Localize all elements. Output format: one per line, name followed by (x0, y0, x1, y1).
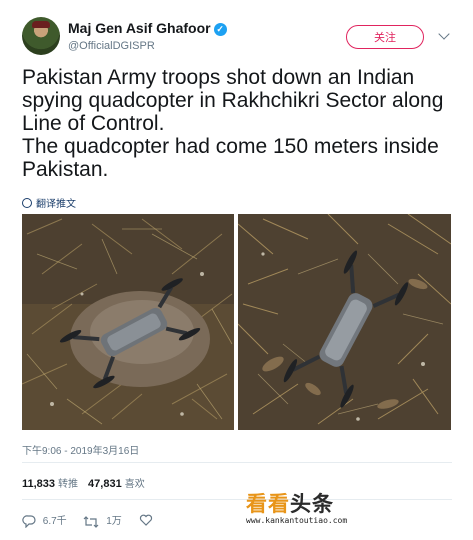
watermark-logo-part-a: 看看 (246, 493, 290, 516)
globe-icon (22, 198, 32, 208)
verified-badge-icon: ✓ (213, 23, 227, 36)
drone-photo-left (22, 214, 234, 430)
watermark-logo-part-b: 头条 (290, 493, 334, 516)
divider (22, 499, 452, 500)
author-name[interactable]: Maj Gen Asif Ghafoor (68, 20, 211, 36)
watermark: 看看头条 www.kankantoutiao.com (246, 488, 347, 525)
tweet-card: Maj Gen Asif Ghafoor ✓ @OfficialDGISPR 关注… (0, 0, 473, 540)
follow-button[interactable]: 关注 (346, 25, 424, 49)
tweet-photo-left[interactable] (22, 214, 234, 430)
engagement-stats: 11,833 转推 47,831 喜欢 (22, 475, 145, 490)
reply-icon (22, 515, 36, 529)
reply-count: 6.7千 (42, 516, 67, 527)
retweet-button[interactable]: 1万 (83, 512, 122, 528)
divider (22, 462, 452, 463)
likes-count[interactable]: 47,831 (88, 478, 122, 490)
likes-label[interactable]: 喜欢 (125, 479, 145, 490)
tweet-timestamp[interactable]: 下午9:06 - 2019年3月16日 (22, 442, 139, 457)
author-handle[interactable]: @OfficialDGISPR (68, 40, 155, 52)
retweet-count: 1万 (106, 516, 122, 528)
chevron-down-icon[interactable] (438, 28, 450, 40)
tweet-text-line: Pakistan Army troops shot down an Indian… (22, 66, 444, 135)
heart-icon (139, 514, 152, 526)
like-button[interactable] (139, 514, 153, 526)
translate-link[interactable]: 翻译推文 (22, 195, 76, 210)
watermark-logo: 看看头条 (246, 488, 347, 518)
tweet-text: Pakistan Army troops shot down an Indian… (22, 66, 462, 181)
retweets-count[interactable]: 11,833 (22, 478, 55, 490)
reply-button[interactable]: 6.7千 (22, 512, 67, 529)
translate-label: 翻译推文 (36, 199, 76, 210)
action-bar: 6.7千 1万 (22, 512, 167, 529)
retweets-label[interactable]: 转推 (58, 479, 78, 490)
retweet-icon (84, 515, 99, 528)
avatar[interactable] (22, 17, 60, 55)
watermark-url: www.kankantoutiao.com (246, 516, 348, 525)
drone-photo-right (238, 214, 451, 430)
tweet-text-line: The quadcopter had come 150 meters insid… (22, 135, 439, 181)
author-name-row[interactable]: Maj Gen Asif Ghafoor ✓ (68, 20, 227, 36)
tweet-photo-right[interactable] (238, 214, 451, 430)
